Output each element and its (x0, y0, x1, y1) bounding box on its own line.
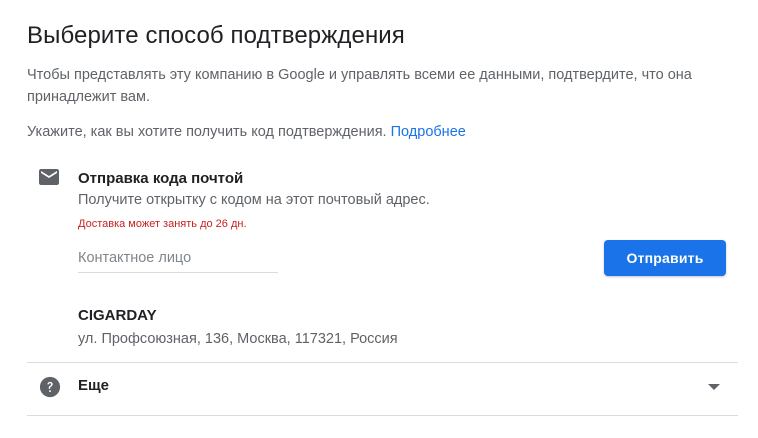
verification-page: Выберите способ подтверждения Чтобы пред… (0, 0, 758, 438)
contact-person-input[interactable] (78, 244, 278, 273)
chevron-down-icon[interactable] (708, 383, 720, 391)
mail-option-subtitle: Получите открытку с кодом на этот почтов… (78, 192, 430, 208)
delivery-warning: Доставка может занять до 26 дн. (78, 218, 247, 230)
business-name: CIGARDAY (78, 307, 157, 324)
learn-more-link[interactable]: Подробнее (391, 124, 466, 140)
mail-option-title: Отправка кода почтой (78, 170, 244, 187)
page-description: Чтобы представлять эту компанию в Google… (27, 67, 692, 105)
mail-icon (39, 169, 59, 185)
page-title: Выберите способ подтверждения (27, 22, 405, 49)
verification-prompt: Укажите, как вы хотите получить код подт… (27, 121, 466, 143)
more-options-row[interactable]: Еще (27, 363, 738, 415)
more-options-label: Еще (78, 377, 110, 394)
divider (27, 415, 738, 416)
send-button[interactable]: Отправить (604, 240, 726, 276)
prompt-text: Укажите, как вы хотите получить код подт… (27, 124, 387, 140)
help-icon (39, 376, 61, 398)
business-address: ул. Профсоюзная, 136, Москва, 117321, Ро… (78, 331, 398, 347)
